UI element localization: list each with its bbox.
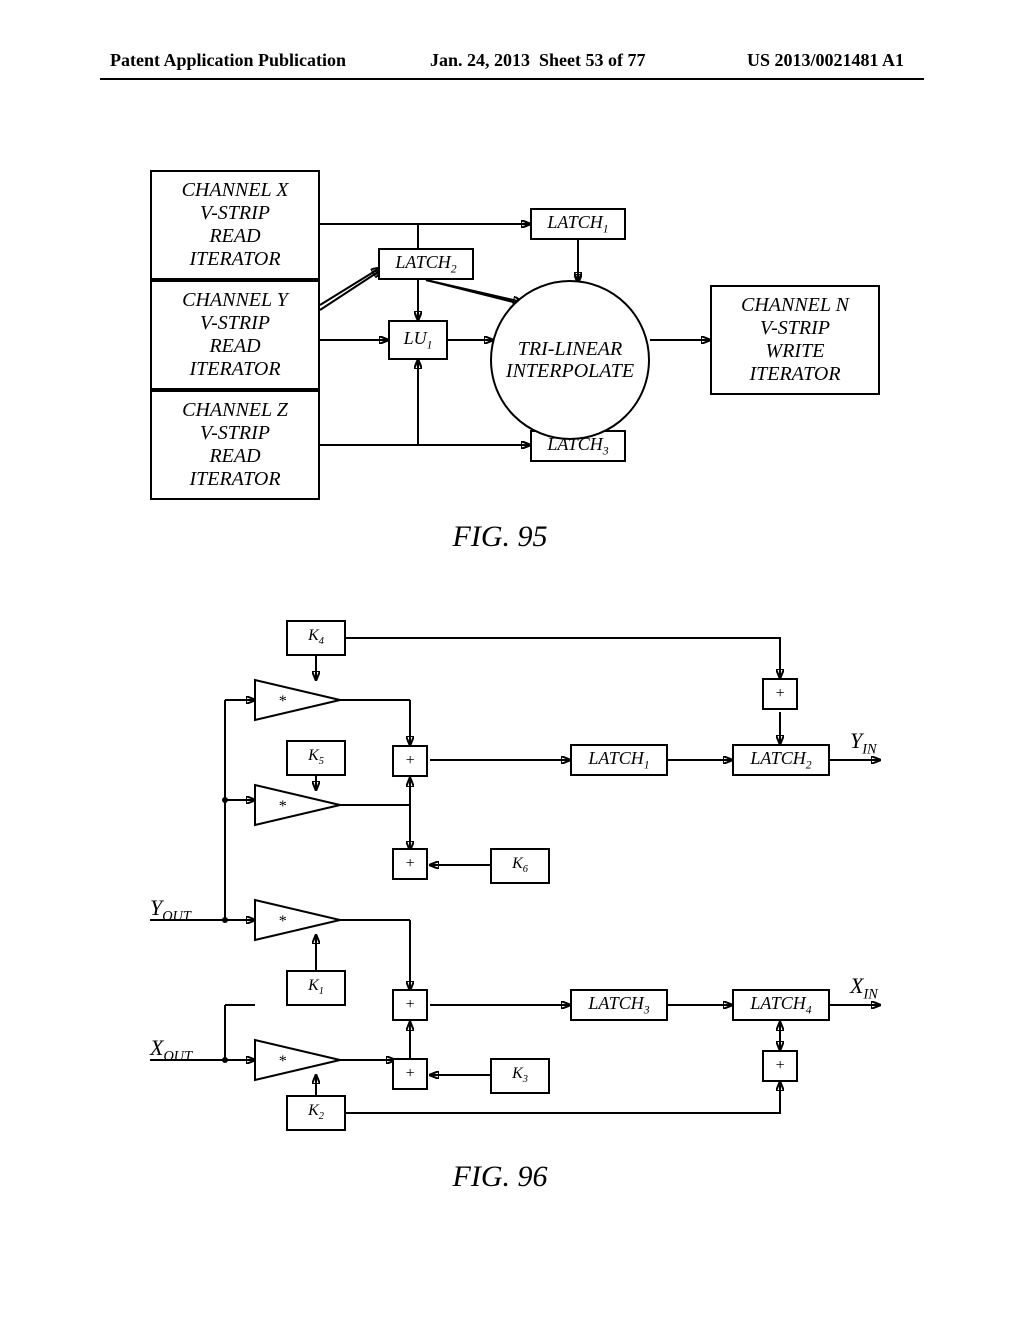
fig96-k6: K6 (490, 848, 550, 884)
fig96-latch4: LATCH4 (732, 989, 830, 1021)
fig95-interpolate: TRI-LINEAR INTERPOLATE (490, 280, 650, 440)
fig96-latch1: LATCH1 (570, 744, 668, 776)
fig96-k3: K3 (490, 1058, 550, 1094)
svg-text:*: * (278, 913, 286, 930)
hdr-left: Patent Application Publication (110, 50, 346, 71)
fig96-xout-label: XOUT (150, 1035, 192, 1065)
fig96-add2: + (392, 848, 428, 880)
fig96-add5: + (762, 678, 798, 710)
svg-text:*: * (278, 1053, 286, 1070)
page-header: Patent Application Publication Jan. 24, … (0, 50, 1024, 78)
fig96-add4: + (392, 1058, 428, 1090)
fig96-k2: K2 (286, 1095, 346, 1131)
fig96-xin-label: XIN (850, 973, 878, 1003)
hdr-right: US 2013/0021481 A1 (747, 50, 904, 71)
fig95-channel-z: CHANNEL Z V-STRIP READ ITERATOR (150, 390, 320, 500)
fig96-k4: K4 (286, 620, 346, 656)
fig95-channel-x: CHANNEL X V-STRIP READ ITERATOR (150, 170, 320, 280)
fig95-latch2: LATCH2 (378, 248, 474, 280)
fig95-caption: FIG. 95 (400, 520, 600, 554)
fig96-latch2: LATCH2 (732, 744, 830, 776)
fig96-add6: + (762, 1050, 798, 1082)
fig96-k5: K5 (286, 740, 346, 776)
fig95-channel-y: CHANNEL Y V-STRIP READ ITERATOR (150, 280, 320, 390)
svg-text:*: * (278, 798, 286, 815)
fig96-caption: FIG. 96 (400, 1160, 600, 1194)
fig95-channel-n: CHANNEL N V-STRIP WRITE ITERATOR (710, 285, 880, 395)
fig96-k1: K1 (286, 970, 346, 1006)
hdr-rule (100, 78, 924, 80)
hdr-mid: Jan. 24, 2013 Sheet 53 of 77 (430, 50, 646, 71)
svg-text:*: * (278, 693, 286, 710)
fig95-lu1: LU1 (388, 320, 448, 360)
fig96-yin-label: YIN (850, 728, 877, 758)
fig96-add3: + (392, 989, 428, 1021)
fig96-add1: + (392, 745, 428, 777)
fig96-yout-label: YOUT (150, 895, 191, 925)
fig96-latch3: LATCH3 (570, 989, 668, 1021)
fig95-latch1: LATCH1 (530, 208, 626, 240)
